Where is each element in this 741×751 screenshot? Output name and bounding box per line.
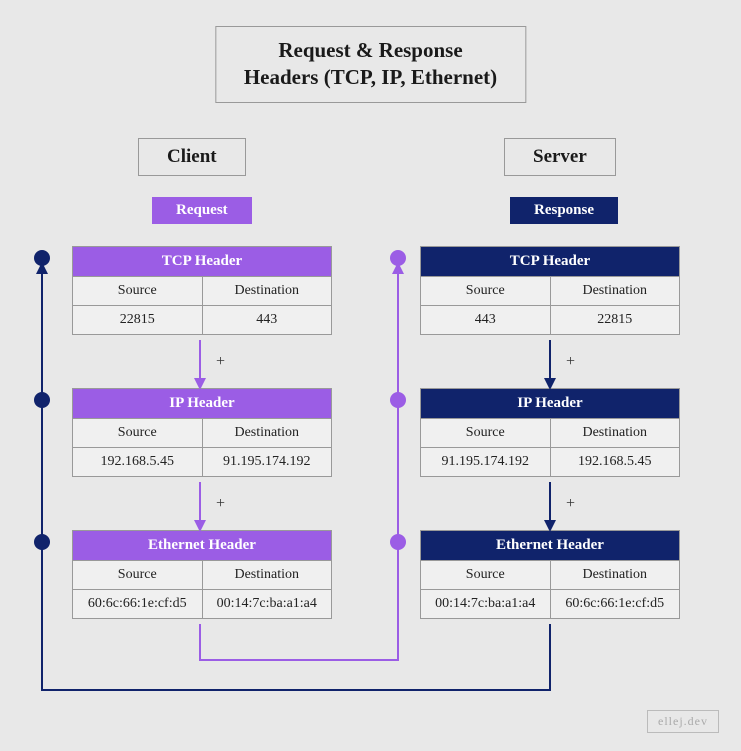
diagram-title: Request & Response Headers (TCP, IP, Eth… [215,26,526,103]
dot-icon [390,534,406,550]
col-destination: Destination [202,561,332,590]
dot-icon [34,392,50,408]
col-source: Source [421,277,551,306]
phase-request-label: Request [152,197,252,224]
server-ethernet-table: Ethernet Header Source Destination 00:14… [420,530,680,619]
client-ip-table: IP Header Source Destination 192.168.5.4… [72,388,332,477]
col-destination: Destination [550,277,680,306]
server-tcp-table: TCP Header Source Destination 443 22815 [420,246,680,335]
client-ethernet-header: Ethernet Header [73,531,332,561]
client-ethernet-destination: 00:14:7c:ba:a1:a4 [202,590,332,619]
title-line-2: Headers (TCP, IP, Ethernet) [244,65,497,89]
col-destination: Destination [550,561,680,590]
client-ethernet-source: 60:6c:66:1e:cf:d5 [73,590,203,619]
dot-icon [34,534,50,550]
server-ip-header: IP Header [421,389,680,419]
plus-icon: + [566,495,575,513]
plus-icon: + [566,353,575,371]
attribution: ellej.dev [647,710,719,733]
server-tcp-destination: 22815 [550,306,680,335]
flow-arrows [0,0,741,751]
client-tcp-table: TCP Header Source Destination 22815 443 [72,246,332,335]
title-line-1: Request & Response [278,38,462,62]
col-source: Source [73,277,203,306]
client-ip-header: IP Header [73,389,332,419]
server-ip-source: 91.195.174.192 [421,448,551,477]
client-ethernet-table: Ethernet Header Source Destination 60:6c… [72,530,332,619]
server-ip-destination: 192.168.5.45 [550,448,680,477]
plus-icon: + [216,353,225,371]
server-ethernet-destination: 60:6c:66:1e:cf:d5 [550,590,680,619]
server-ethernet-header: Ethernet Header [421,531,680,561]
server-tcp-header: TCP Header [421,247,680,277]
col-destination: Destination [202,277,332,306]
col-source: Source [73,419,203,448]
server-ip-table: IP Header Source Destination 91.195.174.… [420,388,680,477]
client-tcp-source: 22815 [73,306,203,335]
col-destination: Destination [550,419,680,448]
dot-icon [390,392,406,408]
server-ethernet-source: 00:14:7c:ba:a1:a4 [421,590,551,619]
client-tcp-destination: 443 [202,306,332,335]
server-tcp-source: 443 [421,306,551,335]
dot-icon [34,250,50,266]
role-client-label: Client [138,138,246,176]
client-tcp-header: TCP Header [73,247,332,277]
col-source: Source [421,419,551,448]
col-source: Source [73,561,203,590]
col-destination: Destination [202,419,332,448]
plus-icon: + [216,495,225,513]
phase-response-label: Response [510,197,618,224]
client-ip-source: 192.168.5.45 [73,448,203,477]
dot-icon [390,250,406,266]
role-server-label: Server [504,138,616,176]
col-source: Source [421,561,551,590]
client-ip-destination: 91.195.174.192 [202,448,332,477]
